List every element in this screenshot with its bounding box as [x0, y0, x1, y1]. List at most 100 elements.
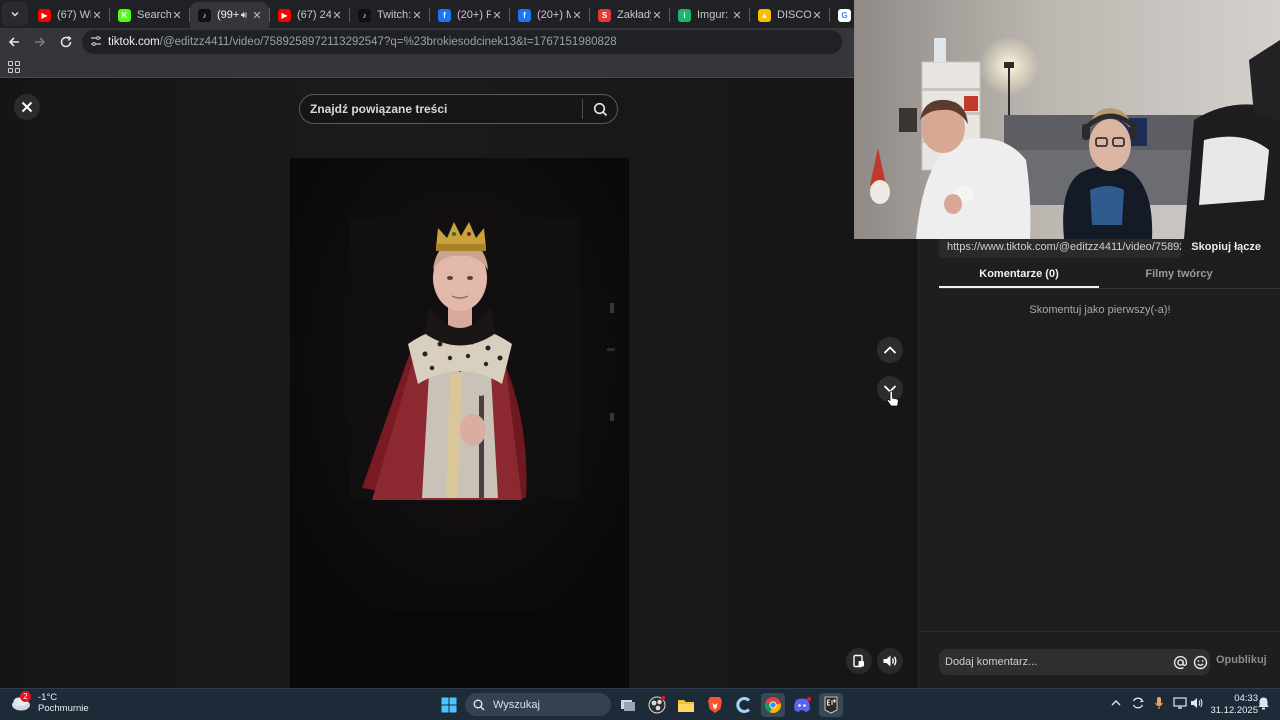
browser-tab[interactable]: K Search -✕ — [110, 2, 189, 28]
tab-close-icon[interactable]: ✕ — [331, 9, 343, 22]
tiktok-icon: ♪ — [198, 8, 211, 22]
tab-close-icon[interactable]: ✕ — [251, 9, 263, 22]
taskbar-file-explorer[interactable] — [674, 693, 698, 717]
tab-close-icon[interactable]: ✕ — [171, 9, 183, 22]
search-input[interactable] — [310, 102, 582, 116]
back-button[interactable] — [2, 30, 26, 54]
smiley-icon — [1193, 655, 1207, 669]
tray-sync-icon[interactable] — [1131, 696, 1145, 713]
comment-input[interactable] — [945, 656, 1170, 668]
tab-close-icon[interactable]: ✕ — [731, 9, 743, 22]
arrow-left-icon — [8, 37, 19, 47]
browser-tab[interactable]: f (20+) Fa✕ — [430, 2, 509, 28]
taskbar-discord[interactable] — [790, 693, 814, 717]
video-scene-king-figure — [350, 218, 615, 500]
browser-tab[interactable]: S Zakłady✕ — [590, 2, 669, 28]
tab-close-icon[interactable]: ✕ — [811, 9, 823, 22]
volume-button[interactable] — [877, 648, 903, 674]
arrow-right-icon — [35, 37, 46, 47]
tab-close-icon[interactable]: ✕ — [491, 9, 503, 22]
tab-close-icon[interactable]: ✕ — [571, 9, 583, 22]
youtube-icon: ▶ — [38, 8, 51, 22]
tab-search-button[interactable] — [2, 2, 28, 26]
publish-button[interactable]: Opublikuj — [1216, 654, 1267, 666]
panel-tabs: Komentarze (0) Filmy twórcy — [939, 263, 1280, 289]
tab-close-icon[interactable]: ✕ — [411, 9, 423, 22]
apps-grid-icon[interactable] — [8, 61, 20, 73]
tab-title: (20+) Fa — [457, 9, 491, 21]
forward-button[interactable] — [28, 30, 52, 54]
mention-button[interactable] — [1170, 652, 1190, 672]
tab-audio-icon[interactable]: 🔊︎ — [241, 10, 247, 21]
task-view-button[interactable] — [616, 693, 640, 717]
address-bar[interactable]: tiktok.com/@editzz4411/video/75892589721… — [82, 30, 842, 54]
weather-temp: -1°C — [38, 692, 58, 703]
comment-composer: Opublikuj — [919, 631, 1280, 688]
browser-tab[interactable]: ▲ DISCO ✕ — [750, 2, 829, 28]
tray-overflow-button[interactable] — [1111, 698, 1121, 710]
emoji-button[interactable] — [1190, 652, 1210, 672]
taskbar-search-label: Wyszukaj — [493, 698, 540, 711]
tab-creator-videos[interactable]: Filmy twórcy — [1099, 263, 1259, 288]
at-sign-icon — [1173, 655, 1187, 669]
webcam-scene-image — [854, 0, 1280, 239]
weather-text: -1°C Pochmurnie — [38, 692, 89, 714]
drive-icon: ▲ — [758, 8, 771, 22]
clock-time: 04:33 — [1234, 693, 1258, 704]
browser-tab[interactable]: f (20+) M ✕ — [510, 2, 589, 28]
previous-video-button[interactable] — [877, 337, 903, 363]
video-letterbox — [290, 611, 629, 688]
browser-tab[interactable]: ♪ (99+ 🔊︎ ✕ — [190, 2, 269, 28]
mini-player-button[interactable] — [846, 648, 872, 674]
taskbar-ccleaner[interactable] — [732, 693, 756, 717]
google-icon: G — [838, 8, 851, 22]
obs-icon — [648, 696, 666, 714]
weather-widget[interactable]: 2 -1°C Pochmurnie — [10, 691, 89, 714]
tab-title: Twitch: D — [377, 9, 411, 21]
speaker-icon — [883, 655, 897, 667]
tab-title: Zakłady — [617, 9, 651, 21]
reload-button[interactable] — [54, 30, 78, 54]
tab-comments[interactable]: Komentarze (0) — [939, 263, 1099, 288]
notifications-button[interactable] — [1257, 696, 1270, 713]
browser-tab[interactable]: ▶ (67) 24H✕ — [270, 2, 349, 28]
tab-title: (99+ — [217, 9, 240, 21]
tab-title: Imgur: Th — [697, 9, 731, 21]
facebook-icon: f — [518, 8, 531, 22]
share-link-text[interactable]: https://www.tiktok.com/@editzz4411/video… — [939, 236, 1182, 258]
mouse-cursor-icon — [886, 390, 899, 407]
taskbar-search[interactable]: Wyszukaj — [465, 693, 611, 716]
taskbar-epic-games[interactable] — [819, 693, 843, 717]
taskbar-brave[interactable] — [703, 693, 727, 717]
bell-icon — [1258, 697, 1269, 710]
search-button[interactable] — [583, 95, 617, 123]
folder-icon — [678, 699, 694, 712]
screen: ▶(67) Wi✕KSearch -✕♪(99+🔊︎✕▶(67) 24H✕♪Tw… — [0, 0, 1280, 720]
search-icon — [473, 699, 485, 710]
close-button[interactable] — [14, 94, 40, 120]
weather-desc: Pochmurnie — [38, 703, 89, 714]
tray-volume-icon[interactable] — [1190, 696, 1204, 713]
imgur-icon: i — [678, 8, 691, 22]
tab-close-icon[interactable]: ✕ — [651, 9, 663, 22]
video-player[interactable] — [290, 158, 629, 688]
browser-tab[interactable]: i Imgur: Th✕ — [670, 2, 749, 28]
weather-alert-badge: 2 — [20, 691, 31, 702]
picture-in-picture-icon — [853, 654, 864, 668]
webcam-overlay — [854, 0, 1280, 239]
video-frame — [290, 158, 629, 611]
start-button[interactable] — [437, 693, 461, 717]
taskbar-clock[interactable]: 04:33 31.12.2025 — [1208, 693, 1258, 717]
related-search-box — [299, 94, 618, 124]
browser-tab[interactable]: ♪ Twitch: D✕ — [350, 2, 429, 28]
taskbar-chrome[interactable] — [761, 693, 785, 717]
tray-microphone-icon[interactable] — [1154, 696, 1164, 713]
taskbar-app-obs[interactable] — [645, 693, 669, 717]
sync-icon — [1132, 697, 1144, 709]
tab-close-icon[interactable]: ✕ — [91, 9, 103, 22]
site-info-icon[interactable] — [90, 35, 104, 50]
tray-network-icon[interactable] — [1173, 696, 1187, 713]
brave-lion-icon — [708, 697, 722, 713]
browser-tab[interactable]: ▶ (67) Wi ✕ — [30, 2, 109, 28]
copy-link-button[interactable]: Skopiuj łącze — [1181, 236, 1271, 258]
